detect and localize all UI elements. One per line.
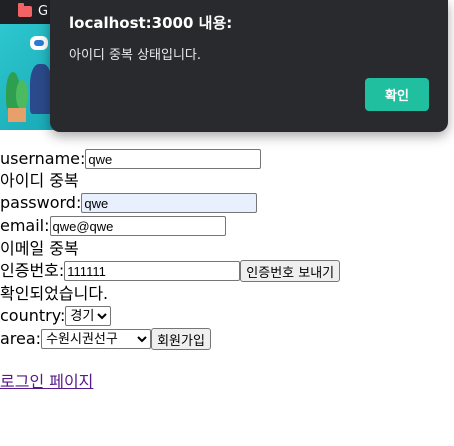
username-status-row: 아이디 중복 (0, 170, 340, 192)
dialog-message: 아이디 중복 상태입니다. (69, 48, 201, 63)
signup-form: username: 아이디 중복 password: email: 이메일 중복… (0, 148, 341, 393)
plant-leaf-icon (16, 80, 28, 110)
dialog-ok-button[interactable]: 확인 (365, 78, 429, 111)
dialog-title: localhost:3000 내용: (69, 14, 233, 32)
signup-button[interactable]: 회원가입 (151, 328, 211, 350)
auth-label: 인증번호: (0, 261, 65, 280)
plant-pot-icon (8, 108, 26, 122)
auth-code-input[interactable] (64, 261, 241, 281)
email-label: email: (0, 216, 50, 235)
country-select[interactable]: 경기 (65, 306, 112, 326)
email-status-row: 이메일 중복 (0, 238, 340, 260)
login-link-row: 로그인 페이지 (0, 371, 340, 393)
password-label: password: (0, 193, 82, 212)
area-label: area: (0, 329, 42, 348)
country-label: country: (0, 306, 66, 325)
email-input[interactable] (49, 216, 226, 236)
password-input[interactable] (81, 193, 258, 213)
browser-tab-label: G (38, 4, 49, 19)
cloud-icon (34, 40, 44, 46)
username-status: 아이디 중복 (0, 171, 79, 190)
send-auth-button[interactable]: 인증번호 보내기 (240, 260, 341, 282)
area-select[interactable]: 수원시권선구 (41, 329, 152, 349)
email-status: 이메일 중복 (0, 239, 79, 258)
country-row: country: 경기 (0, 305, 340, 328)
auth-row: 인증번호: 인증번호 보내기 (0, 260, 341, 283)
login-page-link[interactable]: 로그인 페이지 (0, 372, 93, 391)
auth-status-row: 확인되었습니다. (0, 283, 340, 305)
password-row: password: (0, 192, 340, 215)
username-input[interactable] (85, 149, 262, 169)
username-label: username: (0, 149, 86, 168)
email-row: email: (0, 215, 340, 238)
folder-icon (18, 3, 32, 17)
person-icon (30, 64, 52, 114)
alert-dialog: localhost:3000 내용: 아이디 중복 상태입니다. 확인 (50, 0, 448, 132)
area-row: area: 수원시권선구 회원가입 (0, 328, 340, 351)
auth-status: 확인되었습니다. (0, 284, 109, 303)
username-row: username: (0, 148, 340, 170)
